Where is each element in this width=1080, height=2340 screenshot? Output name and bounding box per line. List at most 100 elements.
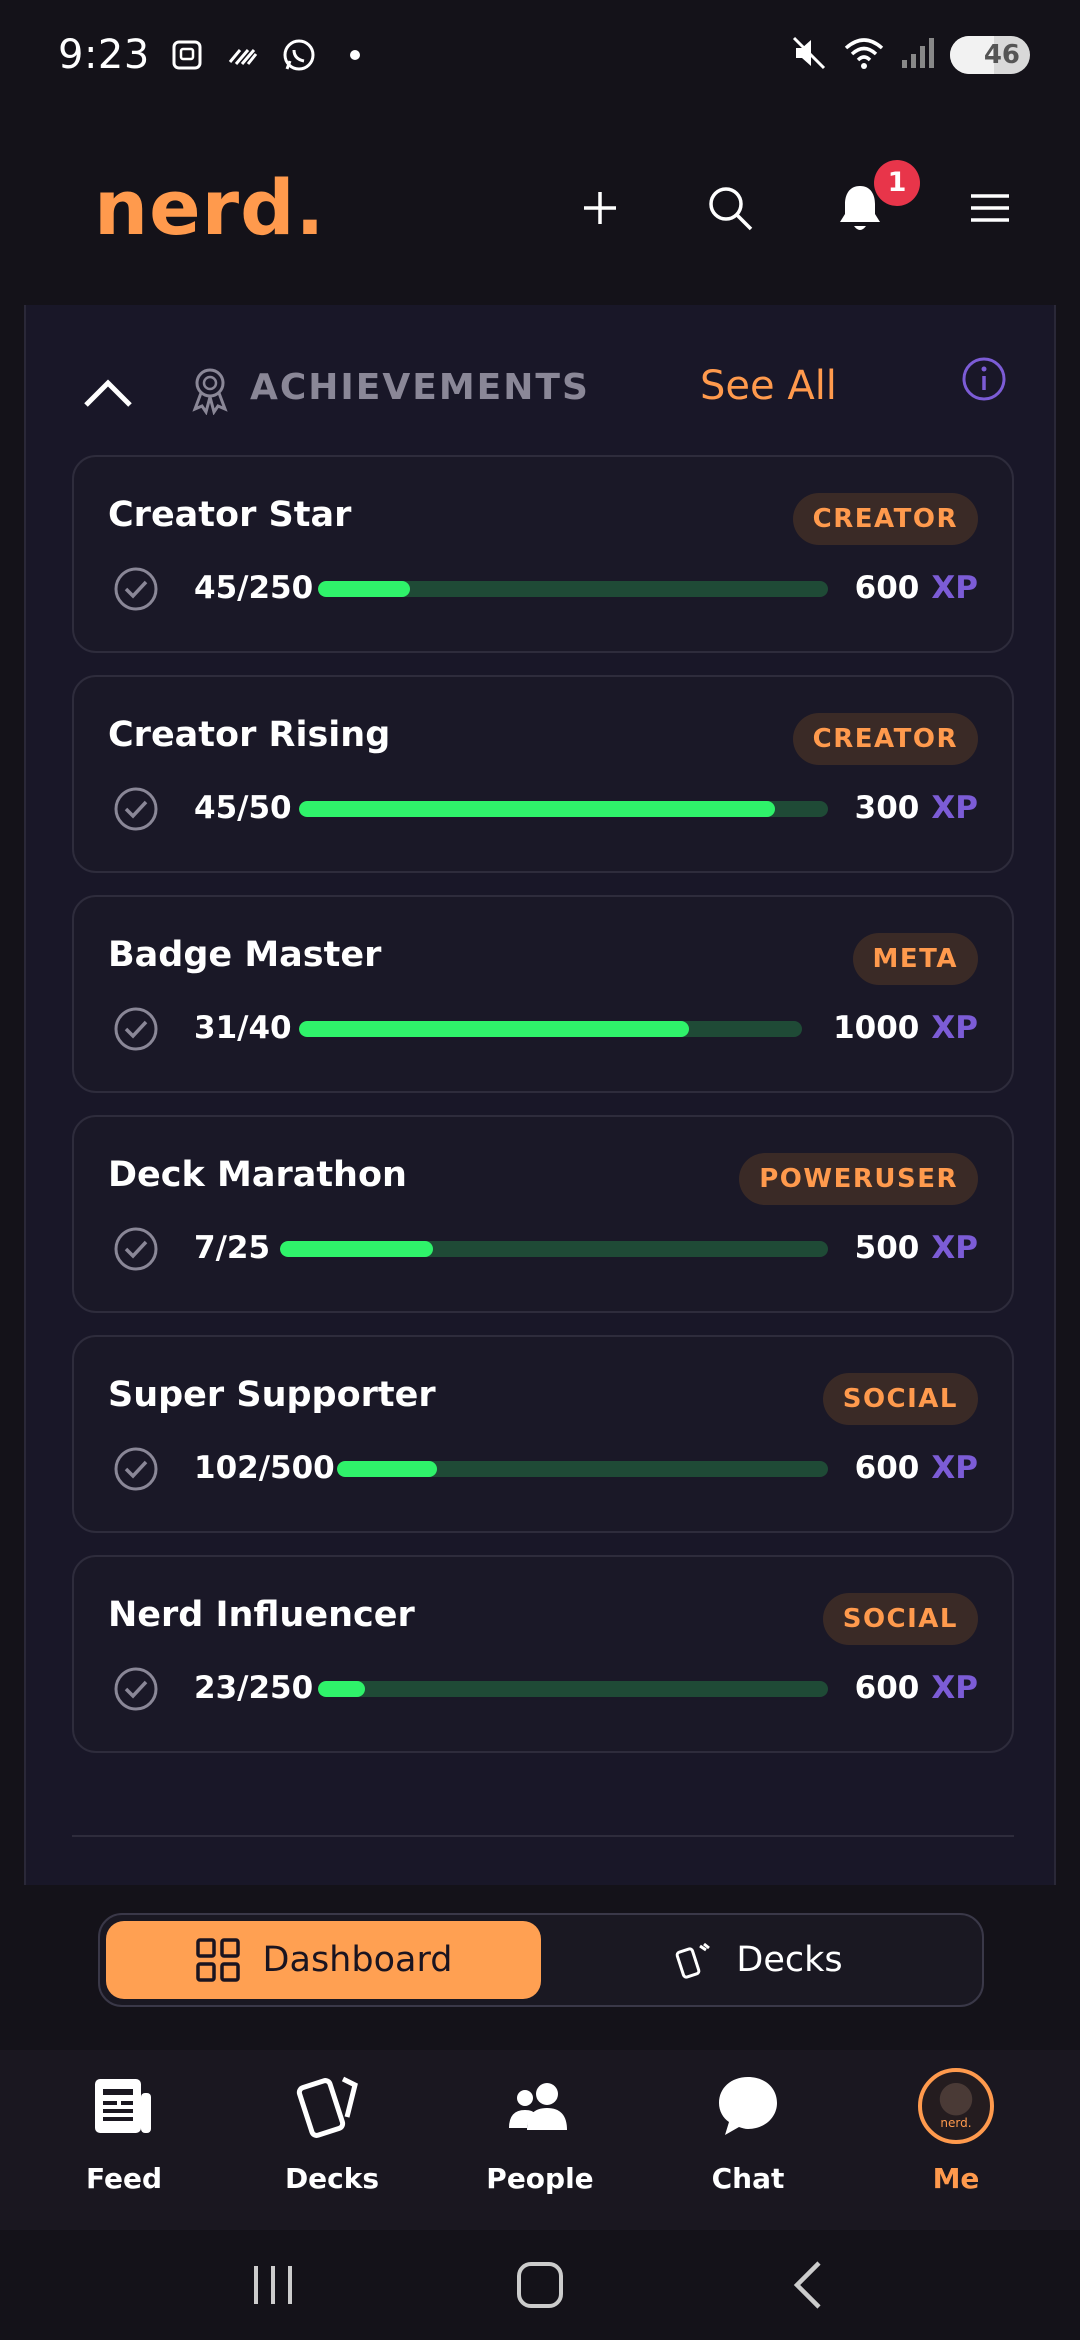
dot-icon [336,36,374,74]
info-button[interactable] [960,355,1008,403]
progress-bar [299,801,828,817]
progress-bar [337,1461,828,1477]
xp-value: 600 [854,570,920,606]
bottom-navigation: Feed Decks People Chat nerd. Me [0,2050,1080,2230]
xp-reward: 600 XP [855,1450,978,1486]
signal-stripes-icon [224,36,262,74]
chevron-up-icon [84,379,132,407]
notification-count-badge: 1 [874,159,920,206]
category-tag: SOCIAL [822,1373,978,1425]
achievement-card[interactable]: Creator Rising CREATOR 45/50 300 XP [72,675,1014,873]
progress-count: 102/500 [194,1450,335,1486]
xp-reward: 600 XP [855,570,978,606]
nav-me[interactable]: nerd. Me [876,2050,1036,2195]
achievement-card[interactable]: Nerd Influencer SOCIAL 23/250 600 XP [72,1555,1014,1753]
app-logo[interactable]: nerd. [94,163,325,252]
decks-icon [292,2066,372,2146]
battery-indicator: 46 [950,36,1030,74]
progress-bar [299,1021,802,1037]
achievements-panel: ACHIEVEMENTS See All Creator Star CREATO… [24,305,1056,1885]
xp-value: 500 [854,1230,920,1266]
status-bar: 9:23 46 [0,0,1080,110]
xp-reward: 500 XP [855,1230,978,1266]
achievements-header: ACHIEVEMENTS See All [26,355,1054,435]
menu-button[interactable] [960,178,1020,238]
recent-apps-button[interactable] [233,2250,313,2320]
nav-people-label: People [486,2162,594,2195]
search-button[interactable] [700,178,760,238]
achievement-title: Creator Star [108,495,352,535]
system-navigation [0,2230,1080,2340]
search-icon [709,186,753,230]
nav-feed-label: Feed [85,2162,162,2195]
progress-bar [280,1241,828,1257]
app-header: nerd. 1 [0,110,1080,305]
xp-unit: XP [931,1450,978,1486]
xp-value: 1000 [833,1010,920,1046]
category-tag: CREATOR [792,713,978,765]
xp-reward: 300 XP [855,790,978,826]
progress-bar-fill [280,1241,434,1257]
progress-bar-fill [318,1681,365,1697]
nav-people[interactable]: People [460,2050,620,2195]
xp-value: 600 [854,1670,920,1706]
info-icon [962,357,1006,401]
cell-signal-icon [900,34,936,76]
plus-icon [584,191,616,224]
chat-bubble-icon [708,2066,788,2146]
back-button[interactable] [767,2250,847,2320]
dashboard-tab[interactable]: Dashboard [106,1921,541,1999]
category-tag: SOCIAL [822,1593,978,1645]
achievement-title: Badge Master [108,935,382,975]
header-actions: 1 [570,159,1020,238]
progress-bar-fill [337,1461,438,1477]
achievement-list: Creator Star CREATOR 45/250 600 XP Creato… [72,455,1014,1775]
people-icon [500,2066,580,2146]
collapse-button[interactable] [78,373,138,413]
achievement-card[interactable]: Creator Star CREATOR 45/250 600 XP [72,455,1014,653]
nav-feed[interactable]: Feed [44,2050,204,2195]
check-circle-icon [112,565,160,613]
cards-icon [676,1942,711,1979]
add-button[interactable] [570,178,630,238]
progress-count: 23/250 [194,1670,314,1706]
achievement-title: Deck Marathon [108,1155,407,1195]
achievement-card[interactable]: Super Supporter SOCIAL 102/500 600 XP [72,1335,1014,1533]
avatar: nerd. [918,2068,994,2144]
nav-chat-label: Chat [711,2162,785,2195]
avatar-wrapper: nerd. [916,2066,996,2146]
section-divider [72,1835,1014,1837]
back-icon [793,2261,821,2309]
status-left: 9:23 [58,32,374,78]
nav-decks[interactable]: Decks [252,2050,412,2195]
achievement-title: Super Supporter [108,1375,436,1415]
xp-unit: XP [931,1670,978,1706]
nav-chat[interactable]: Chat [668,2050,828,2195]
xp-value: 300 [854,790,920,826]
achievement-title: Creator Rising [108,715,391,755]
status-right: 46 [790,34,1030,76]
see-all-link[interactable]: See All [700,363,837,409]
decks-tab[interactable]: Decks [541,1921,976,1999]
achievement-card[interactable]: Deck Marathon POWERUSER 7/25 500 XP [72,1115,1014,1313]
notifications-button[interactable]: 1 [830,159,920,238]
progress-bar [318,1681,828,1697]
achievement-card[interactable]: Badge Master META 31/40 1000 XP [72,895,1014,1093]
progress-bar-fill [299,801,776,817]
nav-me-label: Me [932,2162,980,2195]
decks-tab-label: Decks [736,1940,843,1980]
progress-count: 45/250 [194,570,314,606]
feed-icon [84,2066,164,2146]
view-toggle: Dashboard Decks [98,1913,984,2007]
category-tag: CREATOR [792,493,978,545]
home-button[interactable] [500,2250,580,2320]
xp-unit: XP [931,570,978,606]
progress-count: 7/25 [194,1230,271,1266]
grid-icon [195,1938,240,1982]
whatsapp-icon [280,36,318,74]
xp-unit: XP [931,1010,978,1046]
xp-unit: XP [931,1230,978,1266]
screenshot-icon [168,36,206,74]
dashboard-tab-label: Dashboard [262,1940,453,1980]
category-tag: META [852,933,978,985]
